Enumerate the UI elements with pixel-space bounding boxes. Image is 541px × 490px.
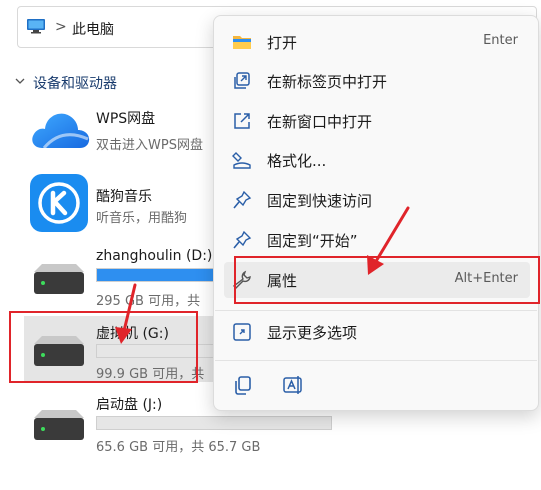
- hard-drive-icon: [34, 410, 84, 440]
- item-name: zhanghoulin (D:): [96, 248, 213, 264]
- section-title: 设备和驱动器: [33, 76, 117, 92]
- menu-item-label: 格式化...: [267, 152, 327, 170]
- chevron-down-icon[interactable]: [15, 76, 25, 86]
- menu-item-label: 在新标签页中打开: [267, 73, 388, 91]
- item-subtitle: 听音乐，用酷狗: [96, 211, 188, 226]
- wps-cloud-icon: [32, 113, 90, 149]
- pin-icon: [233, 190, 252, 209]
- menu-item-open-new-window[interactable]: 在新窗口中打开: [224, 103, 530, 139]
- item-name: 酷狗音乐: [96, 189, 152, 205]
- menu-separator: [215, 310, 537, 311]
- kugou-music-icon: [30, 174, 88, 232]
- menu-item-label: 打开: [267, 34, 298, 52]
- breadcrumb-this-pc[interactable]: 此电脑: [72, 19, 114, 39]
- format-drive-icon: [232, 152, 251, 169]
- new-tab-icon: [234, 72, 250, 89]
- item-subtitle: 双击进入WPS网盘: [96, 138, 203, 153]
- annotation-box-properties: [234, 256, 540, 304]
- context-menu: 打开 Enter 在新标签页中打开 在新窗口中打开 格式化... 固定到快速访问: [213, 15, 539, 411]
- breadcrumb-separator[interactable]: >: [55, 19, 67, 35]
- more-options-icon: [233, 323, 251, 341]
- folder-icon: [233, 36, 251, 49]
- menu-item-label: 固定到快速访问: [267, 192, 373, 210]
- menu-item-pin-quick-access[interactable]: 固定到快速访问: [224, 182, 530, 218]
- item-name: WPS网盘: [96, 111, 156, 127]
- menu-item-shortcut: Enter: [483, 33, 518, 48]
- copy-icon[interactable]: [231, 373, 255, 397]
- menu-item-open-new-tab[interactable]: 在新标签页中打开: [224, 63, 530, 99]
- this-pc-icon: [27, 19, 45, 34]
- item-name: 启动盘 (J:): [96, 397, 163, 413]
- menu-item-label: 固定到“开始”: [267, 232, 358, 250]
- rename-icon[interactable]: [281, 373, 305, 397]
- item-subtitle: 65.6 GB 可用，共 65.7 GB: [96, 440, 261, 455]
- pin-icon: [233, 230, 252, 249]
- menu-item-open[interactable]: 打开 Enter: [224, 24, 530, 60]
- menu-item-more-options[interactable]: 显示更多选项: [224, 314, 530, 350]
- menu-item-format[interactable]: 格式化...: [224, 142, 530, 178]
- menu-separator: [215, 360, 537, 361]
- menu-item-pin-start[interactable]: 固定到“开始”: [224, 222, 530, 258]
- hard-drive-icon: [34, 264, 84, 294]
- menu-item-label: 在新窗口中打开: [267, 113, 373, 131]
- annotation-box-drive-g: [9, 311, 198, 383]
- new-window-icon: [234, 113, 250, 129]
- drive-usage-bar: [96, 416, 332, 430]
- menu-item-label: 显示更多选项: [267, 324, 358, 342]
- item-subtitle: 295 GB 可用，共: [96, 294, 201, 309]
